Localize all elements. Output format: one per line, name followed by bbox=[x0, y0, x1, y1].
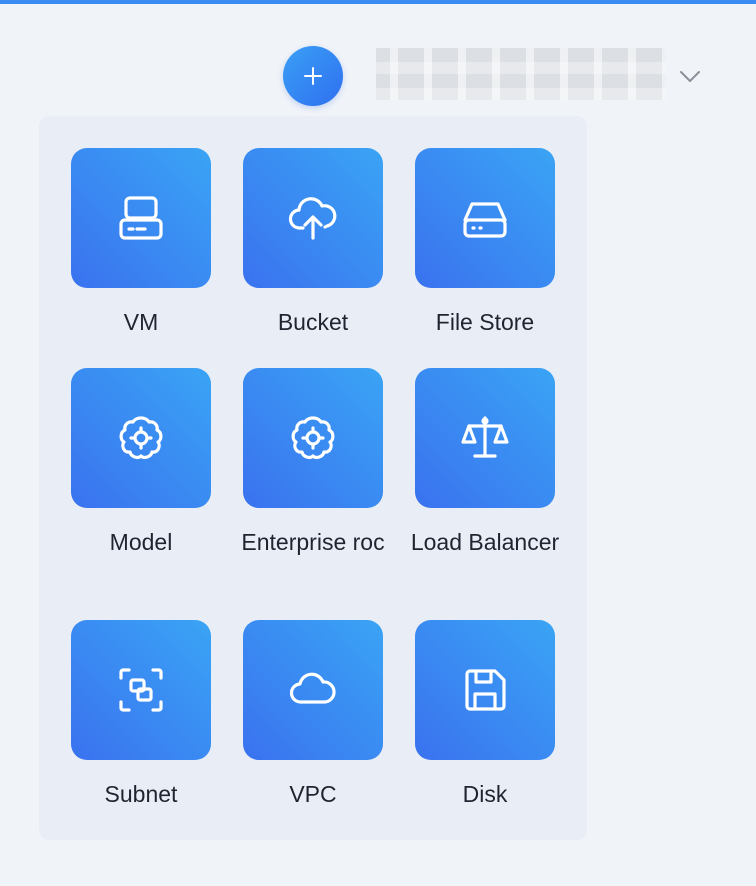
subnet-focus-icon bbox=[119, 668, 163, 712]
cloud-icon bbox=[289, 672, 336, 704]
hard-drive-icon bbox=[463, 202, 507, 238]
plus-icon bbox=[304, 67, 322, 85]
tile-disk[interactable]: Disk bbox=[399, 620, 571, 810]
tile-label: Load Balancer bbox=[410, 529, 560, 555]
account-selector-redacted[interactable] bbox=[376, 48, 666, 100]
save-disk-icon bbox=[465, 669, 506, 711]
tile-icon-box bbox=[71, 368, 211, 508]
tile-load-balancer[interactable]: Load Balancer bbox=[399, 368, 571, 558]
brain-gear-icon bbox=[291, 416, 335, 459]
tile-enterprise-roc[interactable]: Enterprise roc bbox=[227, 368, 399, 558]
tile-label: Enterprise roc bbox=[241, 529, 385, 555]
add-button[interactable] bbox=[283, 46, 343, 106]
tile-model[interactable]: Model bbox=[55, 368, 227, 558]
tile-label: Bucket bbox=[277, 309, 349, 335]
tile-icon-box bbox=[415, 148, 555, 288]
top-accent-bar bbox=[0, 0, 756, 4]
tile-vm[interactable]: VM bbox=[55, 148, 227, 338]
scale-icon bbox=[461, 416, 509, 458]
tile-label: Subnet bbox=[104, 781, 178, 807]
cloud-upload-icon bbox=[288, 197, 337, 240]
tile-icon-box bbox=[415, 368, 555, 508]
tile-label: File Store bbox=[435, 309, 535, 335]
tile-icon-box bbox=[243, 620, 383, 760]
tile-label: VPC bbox=[289, 781, 337, 807]
tile-label: VM bbox=[123, 309, 159, 335]
tile-icon-box bbox=[71, 148, 211, 288]
tile-vpc[interactable]: VPC bbox=[227, 620, 399, 810]
chevron-down-icon[interactable] bbox=[678, 64, 702, 88]
tile-bucket[interactable]: Bucket bbox=[227, 148, 399, 338]
tile-file-store[interactable]: File Store bbox=[399, 148, 571, 338]
brain-gear-icon bbox=[119, 416, 163, 459]
tile-icon-box bbox=[243, 148, 383, 288]
tile-icon-box bbox=[415, 620, 555, 760]
tile-icon-box bbox=[243, 368, 383, 508]
tile-subnet[interactable]: Subnet bbox=[55, 620, 227, 810]
tile-label: Disk bbox=[462, 781, 508, 807]
server-icon bbox=[119, 196, 163, 240]
tile-label: Model bbox=[109, 529, 173, 555]
tile-icon-box bbox=[71, 620, 211, 760]
